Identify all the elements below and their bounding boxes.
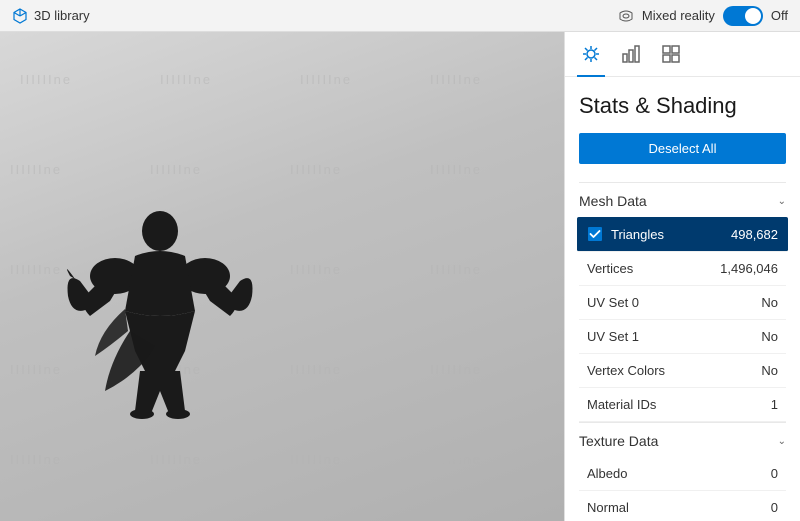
albedo-label: Albedo [587, 466, 627, 481]
texture-data-chevron: ⌄ [778, 436, 786, 447]
checkbox-checked-icon [587, 226, 603, 242]
vertices-row: Vertices 1,496,046 [579, 252, 786, 286]
watermark: IIIIIIne [430, 72, 482, 87]
triangles-label: Triangles [611, 227, 664, 242]
watermark: IIIIIIne [430, 362, 482, 377]
character-svg [60, 201, 260, 421]
watermark: IIIIIIne [290, 162, 342, 177]
3d-library-button[interactable]: 3D library [12, 8, 90, 24]
right-panel: Stats & Shading Deselect All Mesh Data ⌄… [564, 32, 800, 521]
character-model [60, 201, 260, 421]
watermark: IIIIIIne [150, 162, 202, 177]
watermark: IIIIIIne [150, 452, 202, 467]
watermark: IIIIIIne [430, 162, 482, 177]
material-ids-value: 1 [771, 397, 778, 412]
mesh-data-section-header[interactable]: Mesh Data ⌄ [579, 182, 786, 217]
triangles-checkbox[interactable] [587, 226, 603, 242]
mixed-reality-toggle[interactable] [723, 6, 763, 26]
uvset1-row: UV Set 1 No [579, 320, 786, 354]
watermark: IIIIIIne [160, 72, 212, 87]
toggle-off-label: Off [771, 8, 788, 23]
panel-title: Stats & Shading [579, 93, 786, 119]
main-area: IIIIIIne IIIIIIne IIIIIIne IIIIIIne IIII… [0, 32, 800, 521]
uvset0-label: UV Set 0 [587, 295, 639, 310]
chart-icon [621, 44, 641, 64]
tab-shading[interactable] [657, 40, 685, 68]
watermark: IIIIIIne [20, 72, 72, 87]
albedo-row: Albedo 0 [579, 457, 786, 491]
vertex-colors-row: Vertex Colors No [579, 354, 786, 388]
uvset1-value: No [761, 329, 778, 344]
uvset1-label: UV Set 1 [587, 329, 639, 344]
mixed-reality-label: Mixed reality [642, 8, 715, 23]
uvset0-value: No [761, 295, 778, 310]
tab-stats[interactable] [617, 40, 645, 68]
mixed-reality-toggle-container: Mixed reality Off [618, 6, 788, 26]
albedo-value: 0 [771, 466, 778, 481]
panel-content: Stats & Shading Deselect All Mesh Data ⌄… [565, 77, 800, 521]
watermark: IIIIIIne [290, 452, 342, 467]
uvset0-row: UV Set 0 No [579, 286, 786, 320]
watermark: IIIIIIne [10, 452, 62, 467]
deselect-all-button[interactable]: Deselect All [579, 133, 786, 164]
vertices-label: Vertices [587, 261, 633, 276]
viewport[interactable]: IIIIIIne IIIIIIne IIIIIIne IIIIIIne IIII… [0, 32, 564, 521]
vertex-colors-label: Vertex Colors [587, 363, 665, 378]
tab-lighting[interactable] [577, 40, 605, 68]
vertex-colors-value: No [761, 363, 778, 378]
watermark: IIIIIIne [10, 262, 62, 277]
watermark: IIIIIIne [290, 362, 342, 377]
material-ids-label: Material IDs [587, 397, 656, 412]
watermark: IIIIIIne [10, 362, 62, 377]
cube-icon [12, 8, 28, 24]
material-ids-row: Material IDs 1 [579, 388, 786, 422]
watermark: IIIIIIne [10, 162, 62, 177]
triangles-value: 498,682 [731, 227, 778, 242]
watermark: IIIIIIne [430, 452, 482, 467]
grid-icon [661, 44, 681, 64]
watermark: IIIIIIne [290, 262, 342, 277]
vertices-value: 1,496,046 [720, 261, 778, 276]
mixed-reality-icon [618, 8, 634, 24]
normal-value: 0 [771, 500, 778, 515]
normal-label: Normal [587, 500, 629, 515]
texture-data-section-header[interactable]: Texture Data ⌄ [579, 422, 786, 457]
watermark: IIIIIIne [430, 262, 482, 277]
mesh-data-chevron: ⌄ [778, 196, 786, 207]
watermark: IIIIIIne [300, 72, 352, 87]
3d-library-label: 3D library [34, 8, 90, 23]
mesh-data-title: Mesh Data [579, 193, 647, 209]
top-bar: 3D library Mixed reality Off [0, 0, 800, 32]
texture-data-title: Texture Data [579, 433, 658, 449]
normal-row: Normal 0 [579, 491, 786, 521]
triangles-row[interactable]: Triangles 498,682 [577, 217, 788, 252]
triangles-row-left: Triangles [587, 226, 664, 242]
sun-icon [581, 44, 601, 64]
panel-tabs [565, 32, 800, 77]
